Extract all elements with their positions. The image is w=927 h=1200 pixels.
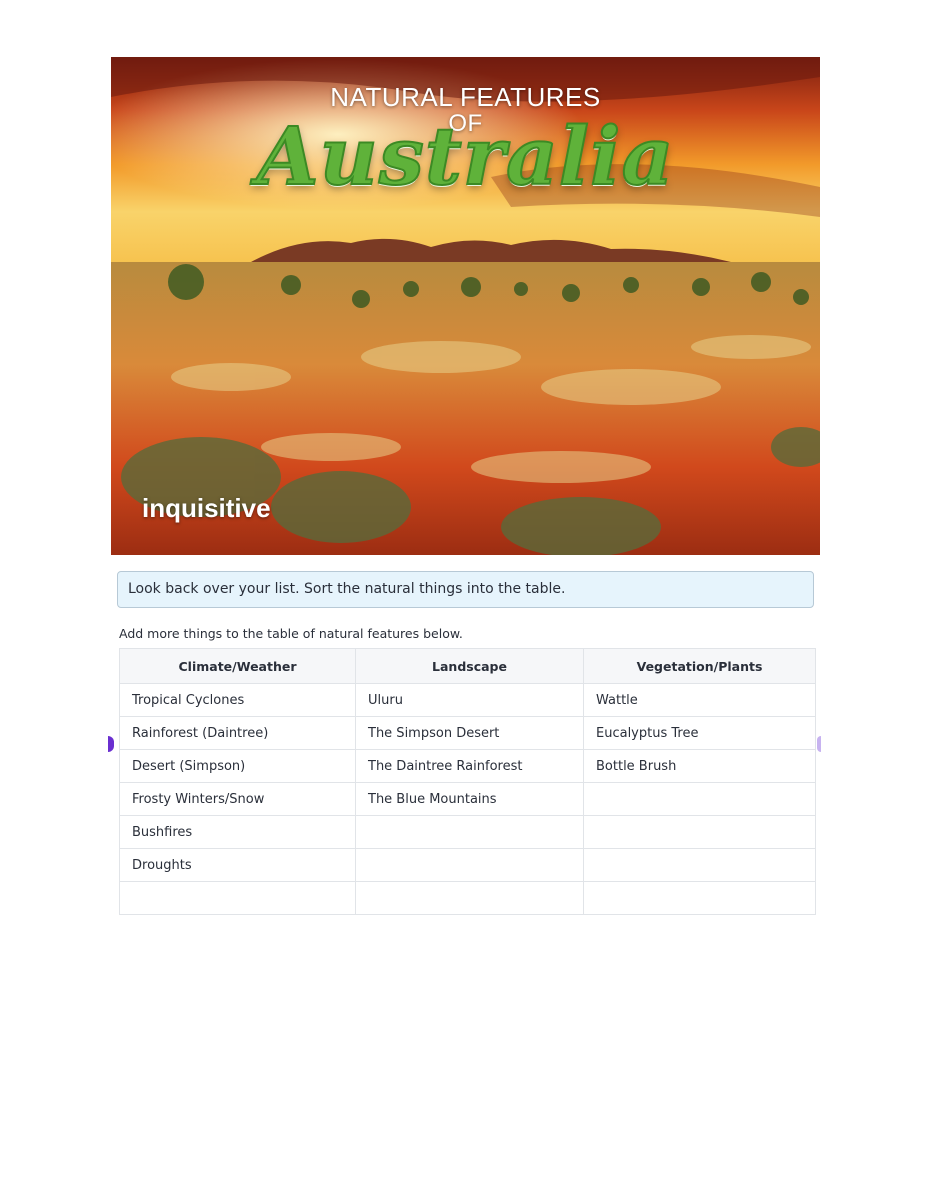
table-row: Frosty Winters/Snow The Blue Mountains — [119, 782, 816, 816]
table-cell[interactable]: Frosty Winters/Snow — [119, 782, 356, 816]
table-cell[interactable]: Uluru — [355, 683, 584, 717]
table-cell[interactable]: Rainforest (Daintree) — [119, 716, 356, 750]
hero-banner-image: NATURAL FEATURES OF Australia inquisitiv… — [111, 57, 820, 555]
table-cell[interactable] — [583, 881, 816, 915]
header-landscape: Landscape — [355, 648, 584, 684]
table-row: Tropical Cyclones Uluru Wattle — [119, 683, 816, 717]
instruction-box: Look back over your list. Sort the natur… — [117, 571, 814, 608]
table-cell[interactable] — [583, 848, 816, 882]
table-cell[interactable] — [355, 881, 584, 915]
table-cell[interactable]: Droughts — [119, 848, 356, 882]
table-cell[interactable]: Desert (Simpson) — [119, 749, 356, 783]
table-header-row: Climate/Weather Landscape Vegetation/Pla… — [119, 648, 816, 684]
table-cell[interactable]: The Simpson Desert — [355, 716, 584, 750]
table-cell[interactable] — [119, 881, 356, 915]
table-row: Desert (Simpson) The Daintree Rainforest… — [119, 749, 816, 783]
table-cell[interactable]: The Daintree Rainforest — [355, 749, 584, 783]
table-cell[interactable] — [355, 848, 584, 882]
table-row: Bushfires — [119, 815, 816, 849]
table-instruction-text: Add more things to the table of natural … — [119, 626, 463, 641]
table-cell[interactable]: Bushfires — [119, 815, 356, 849]
header-climate-weather: Climate/Weather — [119, 648, 356, 684]
header-vegetation-plants: Vegetation/Plants — [583, 648, 816, 684]
banner-title-main: Australia — [256, 108, 675, 204]
brand-logo: inquisitive — [142, 493, 271, 523]
table-cell[interactable]: The Blue Mountains — [355, 782, 584, 816]
carousel-prev-indicator[interactable] — [108, 736, 114, 752]
table-cell[interactable] — [355, 815, 584, 849]
table-cell[interactable] — [583, 815, 816, 849]
table-cell[interactable]: Tropical Cyclones — [119, 683, 356, 717]
table-row: Droughts — [119, 848, 816, 882]
table-cell[interactable]: Bottle Brush — [583, 749, 816, 783]
table-cell[interactable]: Eucalyptus Tree — [583, 716, 816, 750]
table-cell[interactable] — [583, 782, 816, 816]
table-cell[interactable]: Wattle — [583, 683, 816, 717]
natural-features-table: Climate/Weather Landscape Vegetation/Pla… — [119, 648, 816, 915]
table-row: Rainforest (Daintree) The Simpson Desert… — [119, 716, 816, 750]
table-row — [119, 881, 816, 915]
carousel-next-indicator[interactable] — [817, 736, 821, 752]
